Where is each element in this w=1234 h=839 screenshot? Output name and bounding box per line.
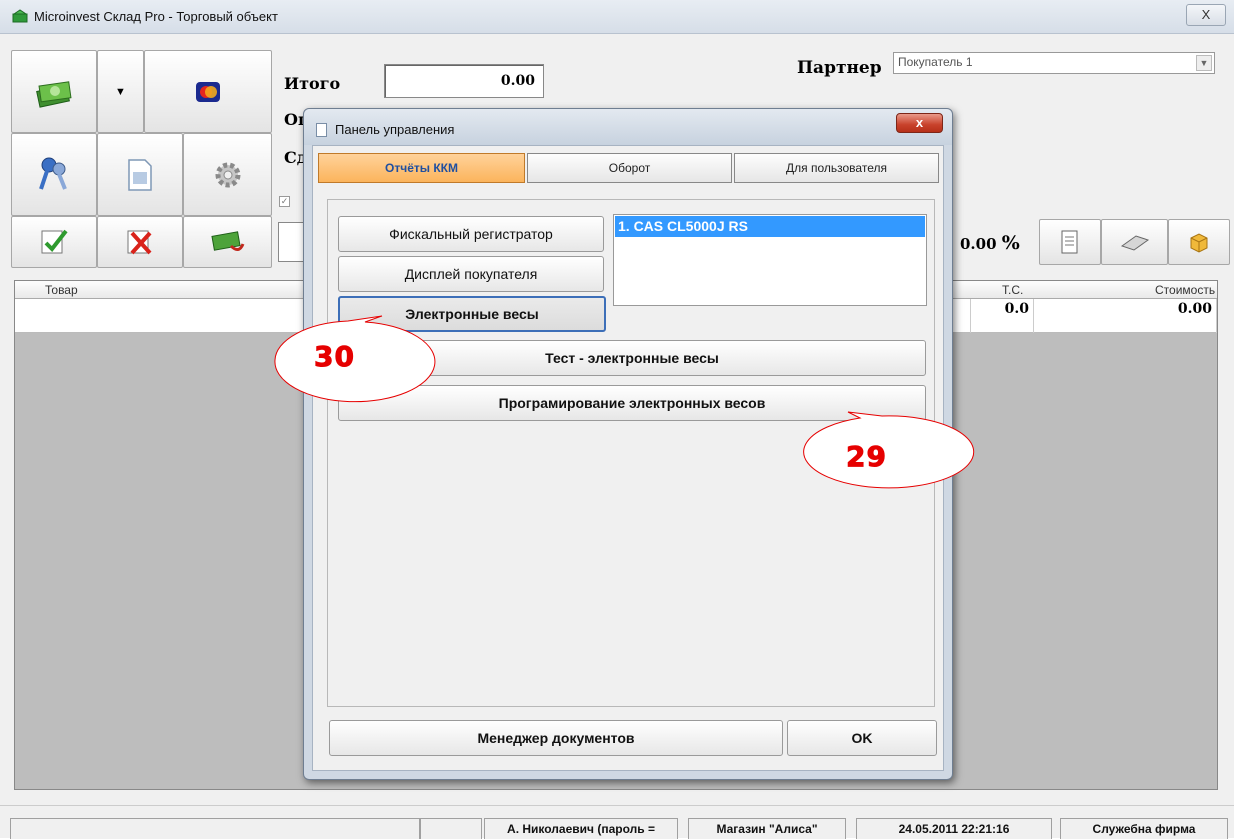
device-list[interactable]: 1. CAS CL5000J RS bbox=[613, 214, 927, 306]
status-store: Магазин "Алиса" bbox=[688, 818, 846, 839]
total-value: 0.00 bbox=[384, 64, 544, 98]
status-user: А. Николаевич (пароль = bbox=[484, 818, 678, 839]
callout-29: 29 bbox=[800, 410, 990, 500]
checkbox-hidden[interactable]: ✓ bbox=[279, 196, 290, 207]
ts-cell[interactable]: 0.0 bbox=[971, 299, 1034, 333]
delete-icon bbox=[127, 230, 152, 255]
callout-30: 30 bbox=[270, 308, 450, 408]
document-manager-button[interactable]: Менеджер документов bbox=[329, 720, 783, 756]
document-icon bbox=[128, 158, 152, 191]
status-company: Служебна фирма bbox=[1060, 818, 1228, 839]
settings-button[interactable] bbox=[183, 133, 272, 216]
cost-cell[interactable]: 0.00 bbox=[1034, 299, 1217, 333]
column-ts[interactable]: Т.С. bbox=[1002, 283, 1023, 297]
money-return-icon bbox=[210, 231, 244, 251]
dialog-title-bar: Панель управления x bbox=[304, 109, 952, 145]
percent-symbol: % bbox=[1001, 232, 1020, 254]
tab-user[interactable]: Для пользователя bbox=[734, 153, 939, 183]
ok-button[interactable]: OK bbox=[787, 720, 937, 756]
callout-bubble-icon bbox=[803, 411, 975, 489]
return-money-button[interactable] bbox=[183, 216, 272, 268]
chevron-down-icon[interactable]: ▼ bbox=[1196, 55, 1212, 71]
notepad-icon bbox=[1061, 230, 1078, 254]
partner-label: Партнер bbox=[797, 58, 882, 78]
payment-dropdown-button[interactable]: ▼ bbox=[97, 50, 144, 133]
list-item[interactable]: 1. CAS CL5000J RS bbox=[615, 216, 925, 237]
payment-card-button[interactable] bbox=[144, 50, 272, 133]
app-icon bbox=[12, 9, 28, 23]
title-bar: Microinvest Склад Pro - Торговый объект … bbox=[0, 0, 1234, 34]
callout-number: 30 bbox=[314, 340, 355, 374]
checkmark-icon bbox=[41, 229, 68, 254]
callout-number: 29 bbox=[846, 440, 887, 474]
partner-select[interactable]: Покупатель 1 ▼ bbox=[893, 52, 1215, 74]
discount-value: 0.00 bbox=[960, 235, 997, 253]
column-item[interactable]: Товар bbox=[45, 283, 78, 297]
dialog-title: Панель управления bbox=[335, 122, 455, 137]
card-icon bbox=[196, 81, 220, 102]
window-close-button[interactable]: X bbox=[1186, 4, 1226, 26]
eraser-icon bbox=[1120, 235, 1149, 251]
callout-bubble-icon bbox=[274, 315, 436, 403]
notes-button[interactable] bbox=[1039, 219, 1101, 265]
money-icon bbox=[36, 80, 72, 108]
cancel-button[interactable] bbox=[97, 216, 183, 268]
keys-icon bbox=[39, 157, 67, 190]
tab-kkm-reports[interactable]: Отчёты ККМ bbox=[318, 153, 525, 183]
chevron-down-icon: ▼ bbox=[115, 85, 126, 98]
package-button[interactable] bbox=[1168, 219, 1230, 265]
document-icon bbox=[316, 123, 327, 137]
keys-button[interactable] bbox=[11, 133, 97, 216]
column-cost[interactable]: Стоимость bbox=[1155, 283, 1215, 297]
tab-turnover[interactable]: Оборот bbox=[527, 153, 732, 183]
status-pane-empty bbox=[10, 818, 420, 839]
eraser-button[interactable] bbox=[1101, 219, 1168, 265]
box-icon bbox=[1190, 233, 1208, 253]
partner-value: Покупатель 1 bbox=[898, 55, 973, 69]
status-bar: А. Николаевич (пароль = Магазин "Алиса" … bbox=[0, 805, 1234, 839]
dialog-tabs: Отчёты ККМ Оборот Для пользователя bbox=[318, 153, 939, 183]
fiscal-printer-button[interactable]: Фискальный регистратор bbox=[338, 216, 604, 252]
dialog-close-button[interactable]: x bbox=[896, 113, 943, 133]
status-datetime: 24.05.2011 22:21:16 bbox=[856, 818, 1052, 839]
document-button[interactable] bbox=[97, 133, 183, 216]
gear-icon bbox=[215, 162, 240, 187]
discount-display: 0.00 % bbox=[960, 232, 1020, 254]
window-title: Microinvest Склад Pro - Торговый объект bbox=[34, 9, 278, 24]
confirm-button[interactable] bbox=[11, 216, 97, 268]
customer-display-button[interactable]: Дисплей покупателя bbox=[338, 256, 604, 292]
total-label: Итого bbox=[284, 74, 341, 93]
status-pane-empty-2 bbox=[420, 818, 482, 839]
payment-cash-button[interactable] bbox=[11, 50, 97, 133]
